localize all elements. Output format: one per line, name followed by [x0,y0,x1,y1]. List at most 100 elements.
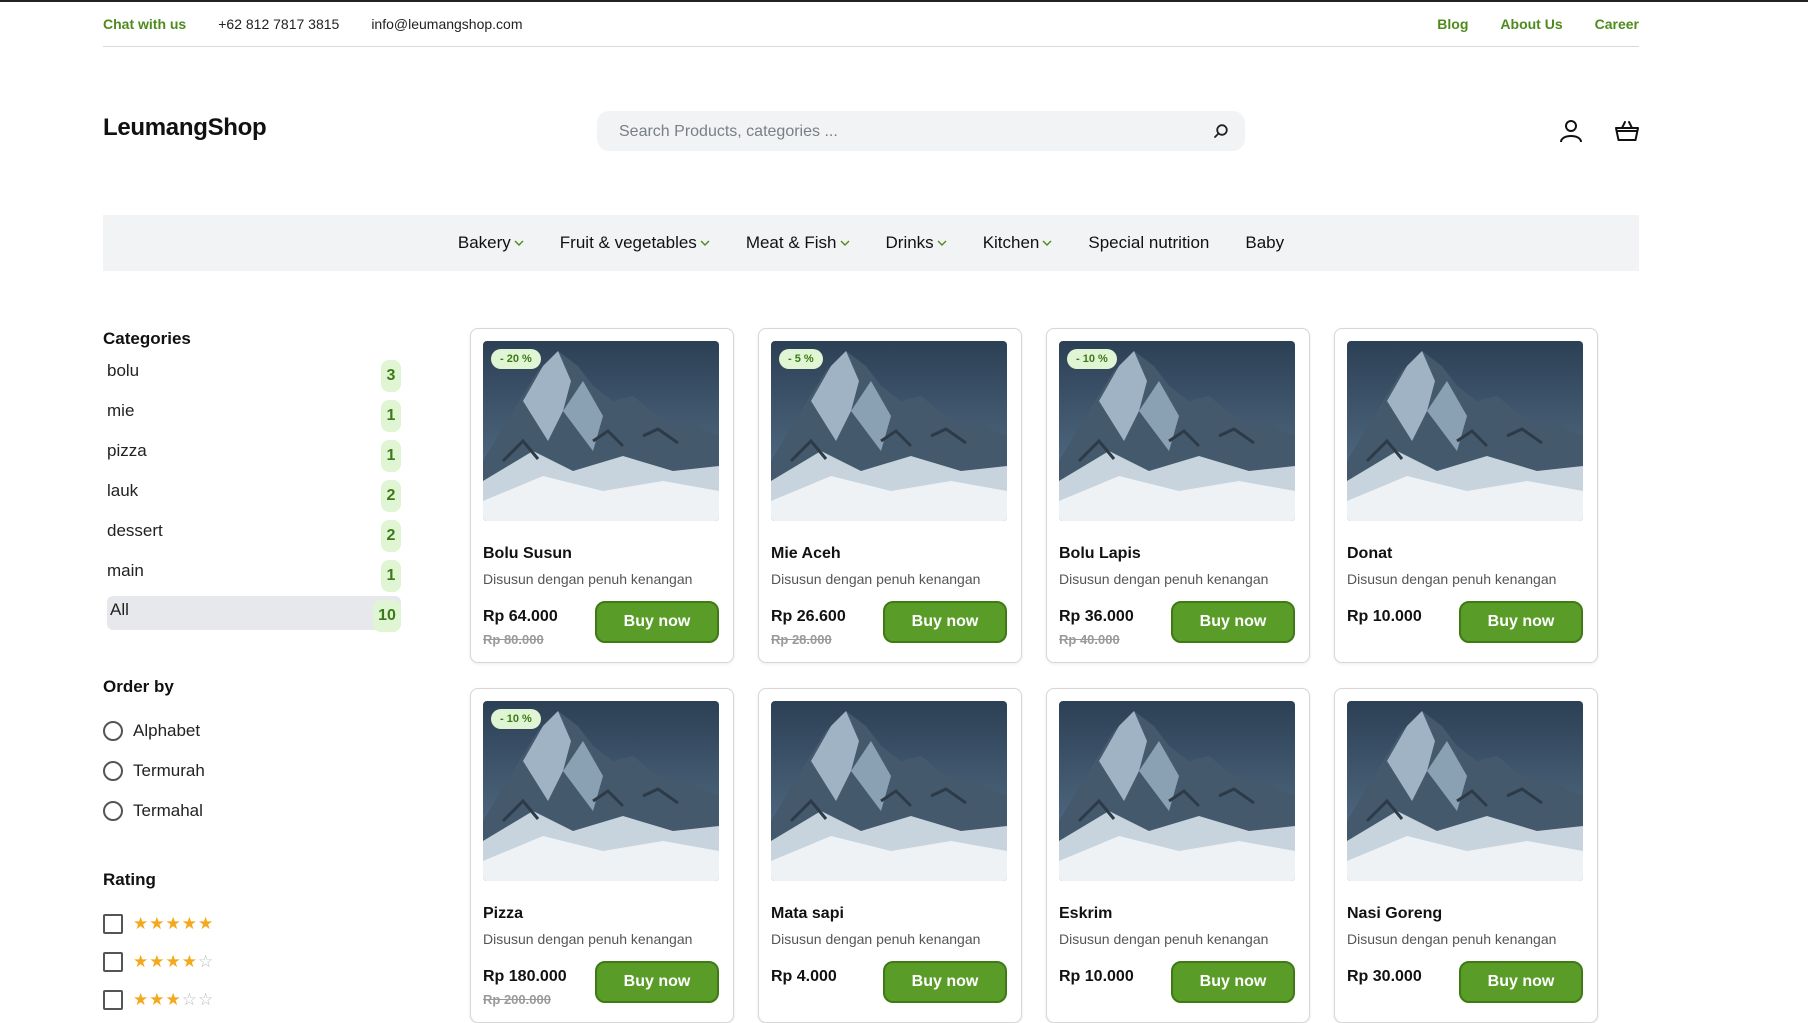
mountain-photo [771,701,1007,881]
radio-button[interactable] [103,801,123,821]
product-image[interactable]: - 5 % [771,341,1007,521]
discount-badge: - 5 % [779,349,823,369]
star-rating-icon: ★★★★☆ [133,952,215,972]
rating-checkbox[interactable] [103,952,123,972]
category-lauk[interactable]: lauk 2 [103,476,401,512]
product-price: Rp 36.000 [1059,608,1134,625]
nav-item-label: Special nutrition [1088,233,1210,252]
product-description: Disusun dengan penuh kenangan [771,931,981,947]
order-option-label: Termurah [133,761,205,780]
phone-number: +62 812 7817 3815 [218,16,340,32]
rating-filter-4[interactable]: ★★★★☆ [103,951,214,973]
category-main[interactable]: main 1 [103,556,401,592]
blog-link[interactable]: Blog [1437,16,1468,32]
category-label: All [110,600,129,619]
search-input[interactable] [617,111,1201,153]
product-price: Rp 64.000 [483,608,558,625]
product-name: Pizza [483,905,524,922]
chevron-down-icon [700,240,710,246]
product-old-price: Rp 40.000 [1059,632,1120,647]
mountain-photo [1347,341,1583,521]
product-price: Rp 180.000 [483,968,567,985]
nav-item-fruit-vegetables[interactable]: Fruit & vegetables [560,233,710,253]
product-card[interactable]: - 5 % Mie Aceh Disusun dengan penuh kenang… [758,328,1022,663]
product-image[interactable]: - 10 % [1059,341,1295,521]
buy-now-button[interactable]: Buy now [883,601,1007,643]
product-name: Mata sapi [771,905,844,922]
chevron-down-icon [514,240,524,246]
buy-now-button[interactable]: Buy now [595,601,719,643]
nav-item-meat-fish[interactable]: Meat & Fish [746,233,850,253]
category-bolu[interactable]: bolu 3 [103,356,401,392]
product-description: Disusun dengan penuh kenangan [483,931,693,947]
product-price: Rp 26.600 [771,608,846,625]
email-address: info@leumangshop.com [371,16,523,32]
product-price: Rp 10.000 [1059,968,1134,985]
category-count-badge: 2 [381,520,401,552]
product-card[interactable]: Nasi Goreng Disusun dengan penuh kenangan… [1334,688,1598,1023]
product-card[interactable]: Donat Disusun dengan penuh kenangan Rp 10.… [1334,328,1598,663]
nav-item-bakery[interactable]: Bakery [458,233,524,253]
category-count-badge: 1 [381,400,401,432]
product-image[interactable]: - 20 % [483,341,719,521]
about-us-link[interactable]: About Us [1500,16,1562,32]
user-icon[interactable] [1558,118,1584,144]
nav-item-label: Kitchen [982,233,1040,252]
radio-button[interactable] [103,761,123,781]
search-bar [597,111,1245,153]
category-label: main [107,561,144,580]
rating-filter-5[interactable]: ★★★★★ [103,913,214,935]
basket-icon[interactable] [1614,118,1640,144]
nav-item-drinks[interactable]: Drinks [886,233,947,253]
product-image[interactable]: - 10 % [483,701,719,881]
rating-filter-3[interactable]: ★★★☆☆ [103,989,214,1011]
category-count-badge: 3 [381,360,401,392]
star-rating-icon: ★★★☆☆ [133,990,215,1010]
category-mie[interactable]: mie 1 [103,396,401,432]
rating-checkbox[interactable] [103,914,123,934]
buy-now-button[interactable]: Buy now [1171,601,1295,643]
product-old-price: Rp 28.000 [771,632,832,647]
nav-item-special-nutrition[interactable]: Special nutrition [1088,233,1209,253]
product-card[interactable]: - 10 % Pizza Disusun dengan penuh kenangan… [470,688,734,1023]
product-name: Eskrim [1059,905,1113,922]
search-icon[interactable] [1213,123,1229,139]
product-image[interactable] [1059,701,1295,881]
product-card[interactable]: Mata sapi Disusun dengan penuh kenangan Rp… [758,688,1022,1023]
discount-badge: - 20 % [491,349,541,369]
order-option-termurah[interactable]: Termurah [103,758,205,784]
radio-button[interactable] [103,721,123,741]
product-card[interactable]: - 10 % Bolu Lapis Disusun dengan penuh ken… [1046,328,1310,663]
rating-checkbox[interactable] [103,990,123,1010]
category-nav: Bakery Fruit & vegetables Meat & Fish Drink… [103,215,1639,271]
product-image[interactable] [1347,701,1583,881]
top-bar: Chat with us +62 812 7817 3815 info@leum… [103,0,1639,47]
chevron-down-icon [840,240,850,246]
category-label: pizza [107,441,147,460]
product-image[interactable] [771,701,1007,881]
category-count-badge: 1 [381,560,401,592]
order-option-alphabet[interactable]: Alphabet [103,718,200,744]
product-price: Rp 10.000 [1347,608,1422,625]
category-pizza[interactable]: pizza 1 [103,436,401,472]
site-logo[interactable]: LeumangShop [103,114,267,142]
product-description: Disusun dengan penuh kenangan [1347,571,1557,587]
order-option-termahal[interactable]: Termahal [103,798,203,824]
product-card[interactable]: - 20 % Bolu Susun Disusun dengan penuh ken… [470,328,734,663]
nav-item-baby[interactable]: Baby [1245,233,1284,253]
buy-now-button[interactable]: Buy now [1459,601,1583,643]
product-name: Mie Aceh [771,545,841,562]
category-label: mie [107,401,135,420]
career-link[interactable]: Career [1595,16,1639,32]
discount-badge: - 10 % [491,709,541,729]
category-all[interactable]: All 10 [107,596,401,632]
order-by-heading: Order by [103,677,174,696]
product-name: Bolu Susun [483,545,572,562]
product-image[interactable] [1347,341,1583,521]
category-dessert[interactable]: dessert 2 [103,516,401,552]
order-option-label: Alphabet [133,721,201,740]
product-card[interactable]: Eskrim Disusun dengan penuh kenangan Rp 10… [1046,688,1310,1023]
nav-item-kitchen[interactable]: Kitchen [983,233,1053,253]
mountain-photo [1059,701,1295,881]
chat-with-us-link[interactable]: Chat with us [103,16,186,32]
